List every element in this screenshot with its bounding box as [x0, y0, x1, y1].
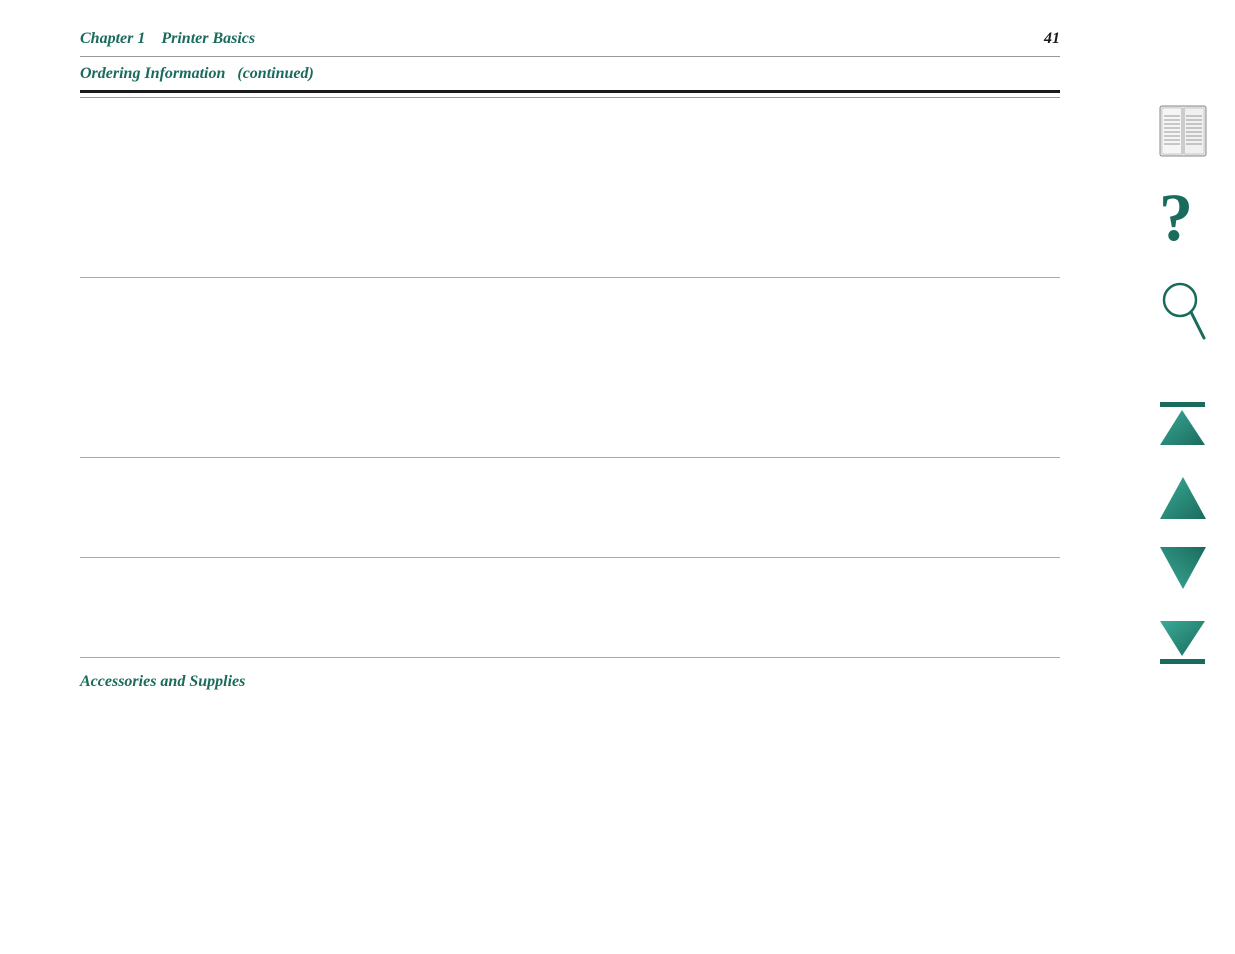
chapter-number: Chapter 1 [80, 30, 145, 47]
content-area: Chapter 1 Printer Basics 41 Ordering Inf… [80, 30, 1060, 924]
content-section-1 [80, 98, 1060, 278]
section-title-area: Ordering Information (continued) [80, 65, 1060, 98]
help-icon[interactable]: ? [1155, 184, 1210, 252]
section-continued: (continued) [237, 65, 313, 82]
content-section-3 [80, 458, 1060, 558]
content-section-2 [80, 278, 1060, 458]
first-page-icon[interactable] [1155, 397, 1210, 452]
svg-text:?: ? [1159, 184, 1193, 252]
prev-page-icon[interactable] [1158, 474, 1208, 522]
chapter-title: Chapter 1 Printer Basics [80, 30, 255, 48]
book-icon[interactable] [1152, 100, 1214, 162]
header-row: Chapter 1 Printer Basics 41 [80, 30, 1060, 57]
content-section-4 [80, 558, 1060, 658]
thick-divider [80, 90, 1060, 93]
chapter-subtitle: Printer Basics [161, 30, 255, 47]
page-number: 41 [1044, 30, 1060, 48]
accessories-label: Accessories and Supplies [80, 673, 245, 690]
search-icon[interactable] [1158, 280, 1208, 342]
bottom-label-area: Accessories and Supplies [80, 673, 1060, 691]
next-page-icon[interactable] [1158, 544, 1208, 592]
section-title-text: Ordering Information [80, 65, 225, 82]
last-page-icon[interactable] [1155, 614, 1210, 669]
nav-icons-area: ? [1140, 100, 1225, 691]
page-container: Chapter 1 Printer Basics 41 Ordering Inf… [0, 0, 1235, 954]
section-title: Ordering Information (continued) [80, 65, 1060, 87]
